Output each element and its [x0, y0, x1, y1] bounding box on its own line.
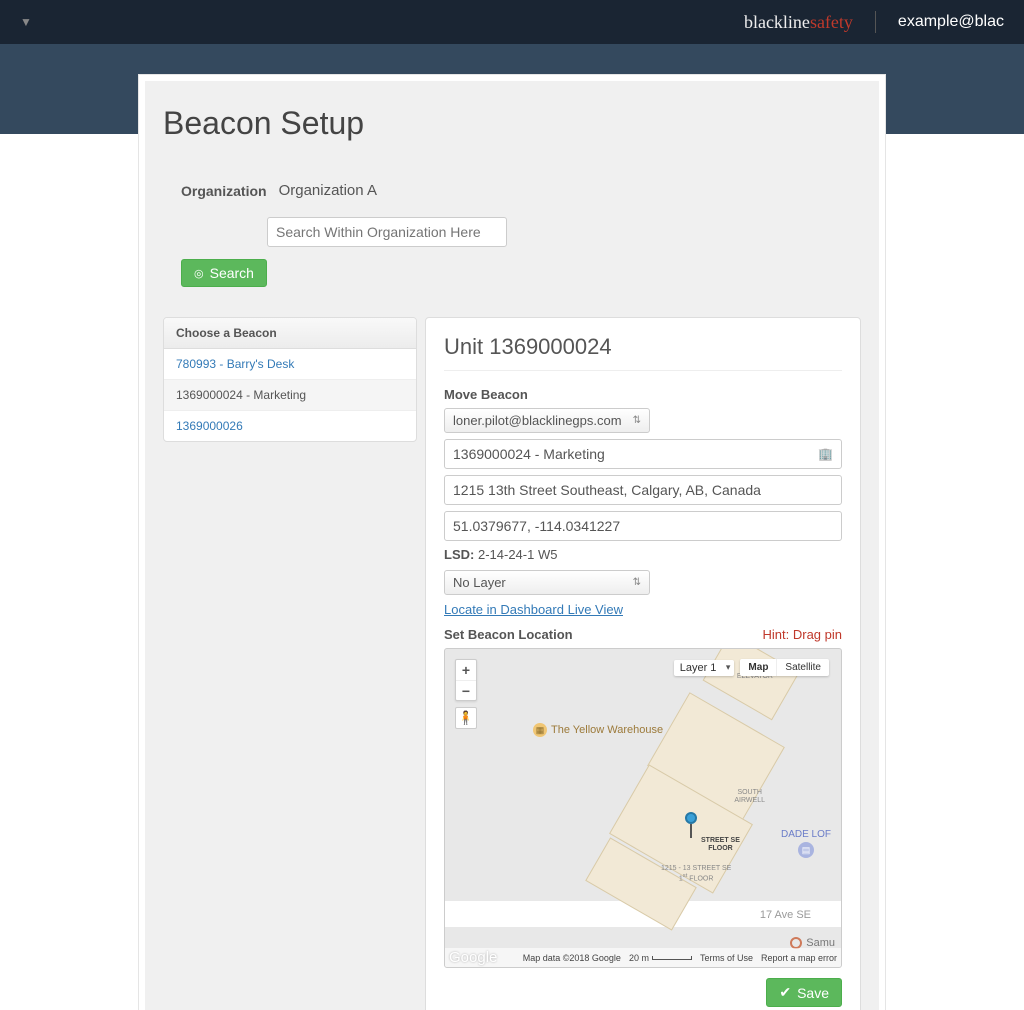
organization-label: Organization	[181, 183, 267, 199]
main-card: Beacon Setup Organization Organization A…	[138, 74, 886, 1010]
lsd-value: 2-14-24-1 W5	[478, 547, 557, 562]
map-type-satellite[interactable]: Satellite	[776, 659, 829, 676]
map-poi-dade: DADE LOF ▤	[781, 829, 831, 858]
unit-title: Unit 1369000024	[444, 334, 842, 371]
layer-select[interactable]: No Layer ⇅	[444, 570, 650, 595]
map-label-addr-small: 1215 - 13 STREET SE1st FLOOR	[661, 865, 731, 883]
map-report-link[interactable]: Report a map error	[761, 953, 837, 963]
beacon-name-value: 1369000024 - Marketing	[453, 446, 605, 462]
map-terms-link[interactable]: Terms of Use	[700, 953, 753, 963]
poi-icon: ▦	[533, 723, 547, 737]
address-input[interactable]	[444, 475, 842, 505]
page-title: Beacon Setup	[163, 105, 861, 142]
save-button-label: Save	[797, 985, 829, 1001]
set-location-label: Set Beacon Location	[444, 627, 573, 642]
map-footer: Google Map data ©2018 Google 20 m Terms …	[445, 948, 841, 967]
zoom-out-button[interactable]: −	[456, 680, 476, 700]
map-label-south-airwell: SOUTHAIRWELL	[734, 789, 765, 804]
chevron-up-down-icon: ⇅	[633, 578, 641, 588]
divider	[875, 11, 876, 33]
check-icon: ✔	[779, 984, 791, 1001]
beacon-list-item[interactable]: 780993 - Barry's Desk	[164, 349, 416, 380]
move-beacon-label: Move Beacon	[444, 387, 842, 402]
top-bar: ▼ blacklinesafety example@blac	[0, 0, 1024, 44]
search-button-label: Search	[210, 265, 254, 281]
owner-select-value: loner.pilot@blacklinegps.com	[453, 413, 622, 428]
user-email[interactable]: example@blac	[898, 13, 1004, 31]
brand-logo: blacklinesafety	[744, 12, 853, 33]
coords-input[interactable]	[444, 511, 842, 541]
map-scale: 20 m	[629, 953, 692, 963]
map-buildings	[601, 659, 821, 899]
menu-caret-icon[interactable]: ▼	[20, 15, 32, 29]
organization-value: Organization A	[279, 182, 377, 199]
beacon-list-item[interactable]: 1369000026	[164, 411, 416, 441]
building-icon: 🏢	[818, 447, 833, 461]
drag-pin-hint: Hint: Drag pin	[763, 627, 842, 642]
map-type-map[interactable]: Map	[740, 659, 776, 676]
zoom-control: + −	[455, 659, 477, 701]
lsd-row: LSD: 2-14-24-1 W5	[444, 547, 842, 562]
map-type-toggle: Map Satellite	[740, 659, 829, 676]
map-attribution: Map data ©2018 Google	[523, 953, 621, 963]
org-search-input[interactable]	[267, 217, 507, 247]
map-label-street-se: STREET SEFLOOR	[701, 837, 740, 852]
google-logo: Google	[449, 949, 497, 966]
map-road-label: 17 Ave SE	[760, 909, 811, 921]
map-layer-dropdown[interactable]: Layer 1	[674, 660, 735, 676]
unit-panel: Unit 1369000024 Move Beacon loner.pilot@…	[425, 317, 861, 1010]
layer-select-value: No Layer	[453, 575, 506, 590]
owner-select[interactable]: loner.pilot@blacklinegps.com ⇅	[444, 408, 650, 433]
crosshair-icon: ◎	[194, 267, 204, 280]
beacon-pin-icon[interactable]	[685, 812, 697, 838]
beacon-location-map[interactable]: 17 Ave SE ▦ The Yellow Warehouse	[444, 648, 842, 968]
chevron-up-down-icon: ⇅	[633, 416, 641, 426]
zoom-in-button[interactable]: +	[456, 660, 476, 680]
save-button[interactable]: ✔ Save	[766, 978, 842, 1007]
poi-icon: ▤	[798, 842, 814, 858]
locate-dashboard-link[interactable]: Locate in Dashboard Live View	[444, 602, 623, 617]
beacon-list-item[interactable]: 1369000024 - Marketing	[164, 380, 416, 411]
beacon-list-header: Choose a Beacon	[164, 318, 416, 349]
pegman-icon[interactable]: 🧍	[455, 707, 477, 729]
lsd-label: LSD:	[444, 547, 474, 562]
search-button[interactable]: ◎ Search	[181, 259, 267, 287]
beacon-name-input[interactable]: 1369000024 - Marketing 🏢	[444, 439, 842, 469]
organization-row: Organization Organization A	[163, 182, 861, 199]
beacon-list-panel: Choose a Beacon 780993 - Barry's Desk 13…	[163, 317, 417, 442]
